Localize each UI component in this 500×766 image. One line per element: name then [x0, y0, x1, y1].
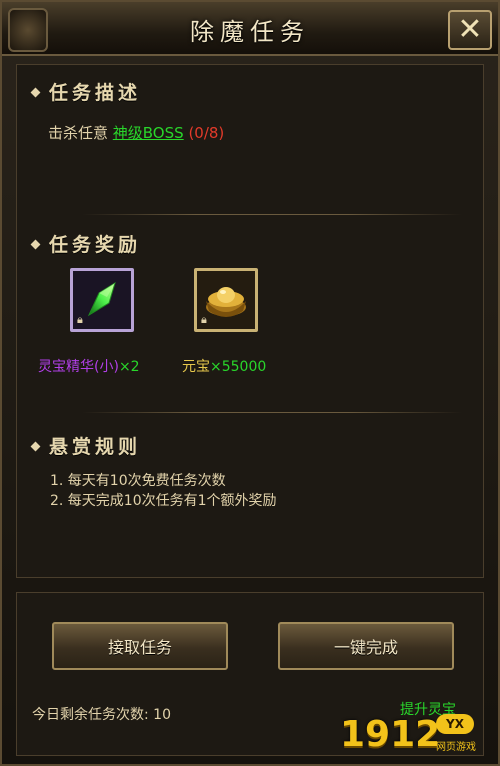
section-divider: [82, 412, 462, 413]
site-logo: 1912 YX 网页游戏: [340, 714, 476, 755]
reward-label-gold: 元宝×55000: [182, 359, 267, 375]
reward-slot-gold[interactable]: 🔒︎: [194, 268, 258, 332]
reward-slot-essence[interactable]: 🔒︎: [70, 268, 134, 332]
lock-icon: 🔒︎: [201, 313, 207, 326]
quest-window: 除魔任务 ✕ 任务描述 击杀任意 神级BOSS (0/8) 任务奖励 �: [0, 0, 500, 766]
description-heading: 任务描述: [30, 78, 141, 105]
rule-item: 2. 每天完成10次任务有1个额外奖励: [50, 493, 277, 509]
lock-icon: 🔒︎: [77, 313, 83, 326]
section-divider: [82, 214, 462, 215]
diamond-icon: [30, 239, 41, 249]
description-text: 击杀任意 神级BOSS (0/8): [48, 124, 225, 142]
diamond-icon: [30, 87, 41, 97]
boss-target-link[interactable]: 神级BOSS: [113, 124, 184, 142]
kill-progress: (0/8): [183, 124, 225, 142]
close-icon: ✕: [457, 12, 483, 47]
window-title: 除魔任务: [190, 18, 310, 46]
close-button[interactable]: ✕: [448, 10, 492, 50]
rules-heading: 悬赏规则: [30, 432, 141, 459]
remaining-count: 今日剩余任务次数: 10: [32, 707, 171, 723]
diamond-icon: [30, 441, 41, 451]
rule-item: 1. 每天有10次免费任务次数: [50, 473, 226, 489]
accept-quest-button[interactable]: 接取任务: [52, 622, 228, 670]
title-bar: 除魔任务 ✕: [2, 2, 498, 56]
one-click-complete-button[interactable]: 一键完成: [278, 622, 454, 670]
rewards-heading: 任务奖励: [30, 230, 141, 257]
reward-label-essence: 灵宝精华(小)×2: [38, 359, 140, 375]
